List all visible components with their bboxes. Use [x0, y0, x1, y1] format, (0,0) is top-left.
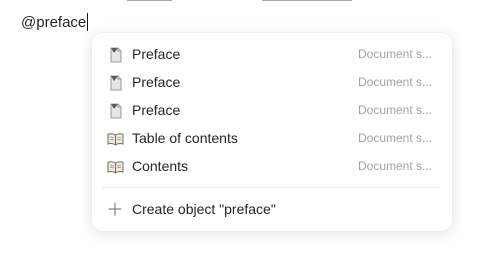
page-icon [107, 102, 124, 119]
create-object-label: Create object "preface" [132, 201, 276, 217]
mention-item-type: Document s... [358, 159, 433, 173]
mention-item[interactable]: Table of contents Document s... [92, 124, 452, 152]
mention-item-label: Contents [132, 158, 189, 174]
editor-input-line[interactable]: @preface [21, 12, 89, 32]
underlined-text-fragment [262, 0, 352, 1]
book-icon [107, 130, 124, 147]
editor-page: @preface Preface Document s... Preface D… [0, 0, 487, 262]
create-object-button[interactable]: Create object "preface" [92, 195, 452, 223]
mention-item-type: Document s... [358, 47, 433, 61]
mention-item-type: Document s... [358, 103, 433, 117]
mention-item[interactable]: Preface Document s... [92, 40, 452, 68]
page-icon [107, 74, 124, 91]
mention-suggestion-menu: Preface Document s... Preface Document s… [92, 33, 452, 231]
text-caret [87, 13, 89, 31]
page-icon [107, 46, 124, 63]
mention-item-label: Table of contents [132, 130, 238, 146]
menu-divider [102, 187, 440, 188]
mention-item[interactable]: Contents Document s... [92, 152, 452, 180]
book-icon [107, 158, 124, 175]
mention-item-type: Document s... [358, 131, 433, 145]
mention-item[interactable]: Preface Document s... [92, 68, 452, 96]
typed-mention-text: @preface [21, 13, 87, 31]
plus-icon [108, 202, 122, 216]
mention-item-type: Document s... [358, 75, 433, 89]
mention-item-label: Preface [132, 46, 181, 62]
mention-item[interactable]: Preface Document s... [92, 96, 452, 124]
underlined-text-fragment [127, 0, 172, 1]
mention-item-label: Preface [132, 74, 181, 90]
mention-item-label: Preface [132, 102, 181, 118]
